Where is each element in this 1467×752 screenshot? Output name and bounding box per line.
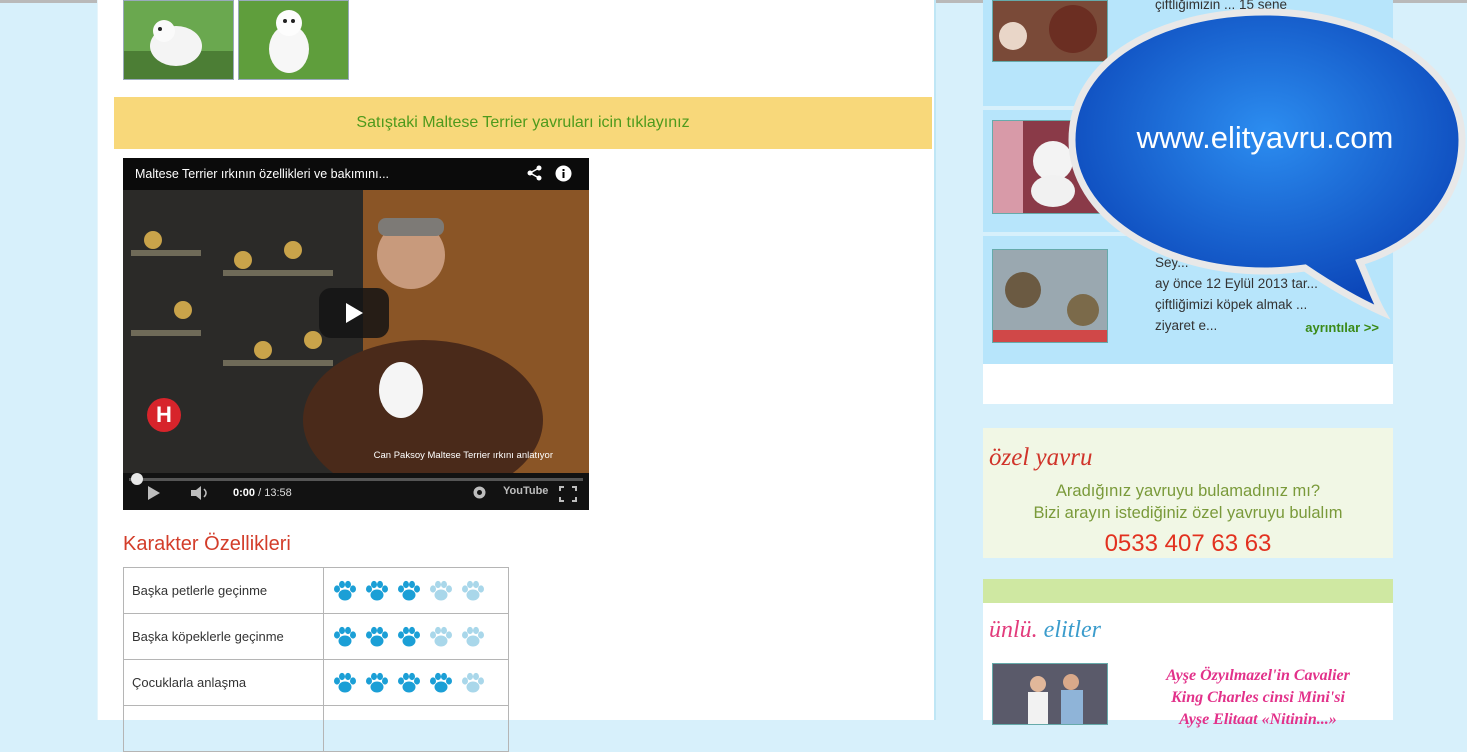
trait-row: Çocuklarla anlaşma	[123, 659, 509, 706]
paw-icon	[460, 580, 486, 602]
details-link[interactable]: ayrıntılar >>	[1305, 320, 1379, 335]
paw-icon	[364, 580, 390, 602]
special-puppy-title: özel yavru	[989, 444, 1093, 471]
paw-icon	[332, 626, 358, 648]
play-icon	[346, 303, 363, 323]
fullscreen-icon[interactable]	[559, 486, 577, 505]
sale-banner[interactable]: Satıştaki Maltese Terrier yavruları icin…	[114, 97, 932, 149]
special-puppy-line-2: Bizi arayın istediğiniz özel yavruyu bul…	[1033, 504, 1343, 522]
trait-label: Başka köpeklerle geçinme	[123, 613, 324, 660]
video-player[interactable]: Maltese Terrier ırkının özellikleri ve b…	[123, 158, 589, 510]
sidebar-spacer	[983, 364, 1393, 404]
gallery-thumb-1[interactable]	[123, 0, 234, 80]
paw-icon	[460, 672, 486, 694]
green-divider	[983, 579, 1393, 603]
trait-row-partial	[123, 705, 509, 752]
main-content: Satıştaki Maltese Terrier yavruları icin…	[97, 0, 936, 752]
trait-rating	[323, 659, 509, 706]
progress-knob[interactable]	[131, 473, 143, 485]
progress-bar[interactable]	[129, 473, 583, 485]
gallery-thumb-2[interactable]	[238, 0, 349, 80]
trait-rating	[323, 613, 509, 660]
celebrity-box[interactable]: ünlü. elitler Ayşe Özyılmazel'in Cavalie…	[983, 603, 1393, 728]
trait-label-empty	[123, 705, 324, 752]
youtube-logo[interactable]: YouTube	[503, 485, 548, 497]
trait-row: Başka köpeklerle geçinme	[123, 613, 509, 660]
paw-icon	[396, 626, 422, 648]
video-title[interactable]: Maltese Terrier ırkının özellikleri ve b…	[123, 158, 589, 190]
special-puppy-line-1: Aradığınız yavruyu bulamadınız mı?	[1055, 482, 1321, 500]
video-caption: Can Paksoy Maltese Terrier ırkını anlatı…	[373, 450, 553, 461]
settings-icon[interactable]	[473, 486, 486, 502]
bubble-url[interactable]: www.elityavru.com	[1070, 120, 1460, 156]
paw-icon	[364, 672, 390, 694]
phone-number[interactable]: 0533 407 63 63	[983, 530, 1393, 558]
paw-icon	[428, 580, 454, 602]
trait-row: Başka petlerle geçinme	[123, 567, 509, 614]
traits-title: Karakter Özellikleri	[123, 533, 291, 555]
special-puppy-box[interactable]: özel yavru Aradığınız yavruyu bulamadını…	[983, 428, 1393, 558]
paw-icon	[332, 672, 358, 694]
paw-icon	[396, 672, 422, 694]
trait-rating-empty	[323, 705, 509, 752]
share-icon[interactable]	[527, 165, 543, 185]
paw-icon	[396, 580, 422, 602]
speech-bubble-overlay	[1068, 8, 1466, 320]
trait-label: Başka petlerle geçinme	[123, 567, 324, 614]
paw-icon	[428, 626, 454, 648]
paw-icon	[364, 626, 390, 648]
celebrity-photo[interactable]	[992, 663, 1108, 725]
dog-photo-1	[124, 1, 233, 79]
sale-banner-link[interactable]: Satıştaki Maltese Terrier yavruları icin…	[356, 114, 689, 132]
trait-rating	[323, 567, 509, 614]
paw-icon	[460, 626, 486, 648]
play-icon[interactable]	[147, 486, 161, 503]
trait-label: Çocuklarla anlaşma	[123, 659, 324, 706]
traits-table: Başka petlerle geçinme Başka köpeklerle g…	[123, 567, 509, 752]
play-button[interactable]	[319, 288, 389, 338]
channel-logo: H	[147, 398, 181, 432]
info-icon[interactable]	[555, 165, 572, 186]
volume-icon[interactable]	[191, 486, 211, 503]
dog-photo-2	[239, 1, 348, 79]
celebrity-title: ünlü. elitler	[989, 617, 1101, 643]
video-controls: 0:00 / 13:58 YouTube	[123, 473, 589, 510]
celebrity-text[interactable]: Ayşe Özyılmazel'in Cavalier King Charles…	[1133, 665, 1383, 731]
video-time: 0:00 / 13:58	[233, 487, 292, 499]
paw-icon	[428, 672, 454, 694]
paw-icon	[332, 580, 358, 602]
